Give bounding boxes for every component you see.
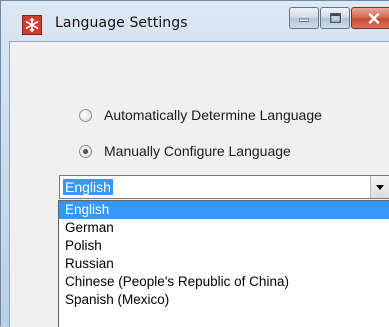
- language-combobox[interactable]: English: [59, 175, 389, 199]
- radio-button-checked[interactable]: [79, 144, 92, 158]
- radio-button-unchecked[interactable]: [79, 108, 92, 122]
- dropdown-toggle-button[interactable]: [370, 176, 389, 198]
- language-settings-window: Language Settings Automatically Determin: [0, 0, 389, 327]
- close-button[interactable]: [351, 7, 389, 29]
- minimize-button[interactable]: [289, 7, 319, 29]
- radio-auto-language[interactable]: Automatically Determine Language: [79, 105, 322, 125]
- window-title: Language Settings: [55, 15, 188, 31]
- dropdown-option-german[interactable]: German: [59, 219, 389, 237]
- dropdown-option-spanish-mexico[interactable]: Spanish (Mexico): [59, 291, 389, 309]
- maximize-icon: [329, 13, 341, 23]
- title-bar[interactable]: Language Settings: [1, 1, 389, 41]
- dropdown-option-russian[interactable]: Russian: [59, 255, 389, 273]
- language-dropdown-list[interactable]: English German Polish Russian Chinese (P…: [58, 200, 389, 327]
- snowflake-icon[interactable]: [22, 15, 42, 35]
- maximize-button[interactable]: [320, 7, 350, 29]
- dropdown-option-english[interactable]: English: [59, 201, 389, 219]
- minimize-icon: [299, 18, 309, 22]
- language-combobox-value[interactable]: English: [63, 179, 113, 195]
- radio-manual-language-label[interactable]: Manually Configure Language: [104, 143, 291, 159]
- close-icon: [368, 12, 379, 24]
- dropdown-option-chinese-prc[interactable]: Chinese (People's Republic of China): [59, 273, 389, 291]
- dropdown-option-polish[interactable]: Polish: [59, 237, 389, 255]
- radio-manual-language[interactable]: Manually Configure Language: [79, 141, 291, 161]
- chevron-down-icon: [376, 184, 384, 190]
- radio-auto-language-label[interactable]: Automatically Determine Language: [104, 107, 322, 123]
